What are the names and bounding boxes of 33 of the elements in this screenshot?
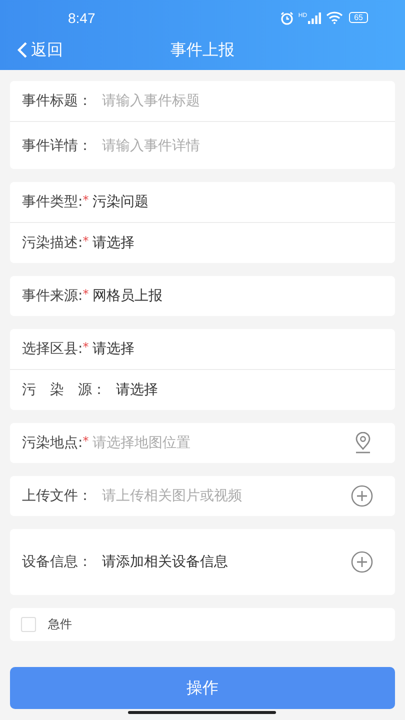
required-mark: * [82, 234, 90, 248]
signal-icon [308, 12, 322, 24]
field-label: 污染地点: [22, 434, 83, 452]
page-title: 事件上报 [170, 40, 236, 60]
field-label: 污 染 源： [22, 381, 106, 399]
alarm-icon [280, 10, 294, 24]
add-circle-icon[interactable] [351, 551, 373, 573]
field-label: 事件标题： [22, 92, 92, 110]
checkbox-label: 急件 [48, 616, 72, 633]
select-value[interactable]: 污染问题 [92, 193, 383, 211]
checkbox[interactable] [21, 617, 36, 632]
field-label: 上传文件： [22, 487, 92, 505]
select-value[interactable]: 请选择 [116, 381, 383, 399]
wifi-icon [326, 11, 344, 24]
status-time: 8:47 [68, 10, 96, 26]
select-value[interactable]: 请添加相关设备信息 [102, 553, 351, 571]
chevron-left-icon [16, 41, 28, 59]
field-label: 选择区县: [22, 340, 83, 358]
add-circle-icon[interactable] [351, 485, 373, 507]
field-label: 事件类型: [22, 193, 83, 211]
required-mark: * [82, 287, 90, 301]
field-label: 污染描述: [22, 234, 83, 252]
battery-icon: 65 [349, 12, 368, 23]
location-pin-icon[interactable] [353, 432, 373, 454]
select-value[interactable]: 网格员上报 [92, 287, 383, 305]
select-value[interactable]: 请选择 [92, 234, 383, 252]
field-label: 设备信息： [22, 553, 92, 571]
required-mark: * [82, 193, 90, 207]
required-mark: * [82, 434, 90, 448]
field-label: 事件详情： [22, 136, 92, 154]
required-mark: * [82, 340, 90, 354]
select-value[interactable]: 请选择 [92, 340, 383, 358]
field-label: 事件来源: [22, 287, 83, 305]
